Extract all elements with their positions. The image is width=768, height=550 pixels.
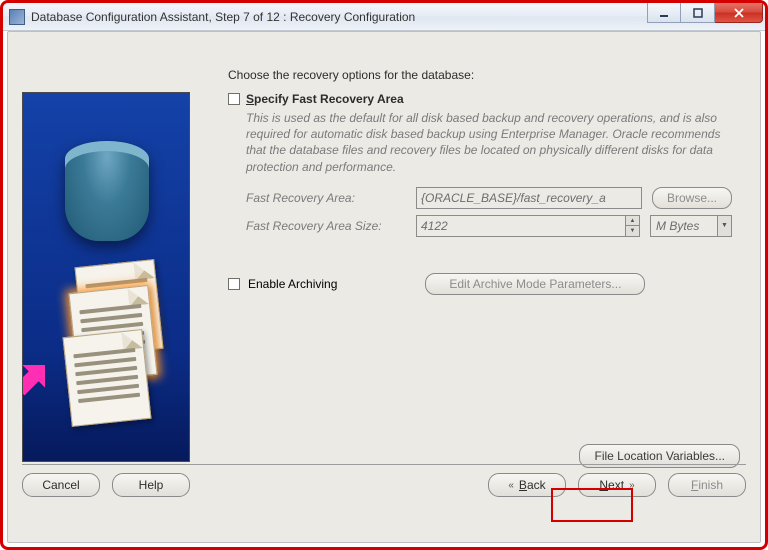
instruction-text: Choose the recovery options for the data… bbox=[208, 68, 746, 82]
fra-path-input[interactable]: {ORACLE_BASE}/fast_recovery_a bbox=[416, 187, 642, 209]
next-button[interactable]: Next » bbox=[578, 473, 656, 497]
browse-button[interactable]: Browse... bbox=[652, 187, 732, 209]
archiving-row: Enable Archiving Edit Archive Mode Param… bbox=[228, 273, 746, 295]
cancel-button[interactable]: Cancel bbox=[22, 473, 100, 497]
wizard-footer: Cancel Help « Back Next » Finish bbox=[22, 464, 746, 528]
fra-size-label: Fast Recovery Area Size: bbox=[246, 219, 406, 233]
help-button[interactable]: Help bbox=[112, 473, 190, 497]
title-bar[interactable]: Database Configuration Assistant, Step 7… bbox=[3, 3, 765, 31]
divider bbox=[22, 464, 746, 465]
window-controls bbox=[647, 3, 763, 23]
fra-path-label: Fast Recovery Area: bbox=[246, 191, 406, 205]
step-up-icon[interactable]: ▲ bbox=[626, 216, 639, 226]
arrow-icon bbox=[22, 342, 67, 387]
close-button[interactable] bbox=[715, 3, 763, 23]
window-title: Database Configuration Assistant, Step 7… bbox=[31, 10, 415, 24]
edit-archive-params-button[interactable]: Edit Archive Mode Parameters... bbox=[425, 273, 645, 295]
fra-size-stepper[interactable]: ▲ ▼ bbox=[625, 216, 639, 236]
form-area: Choose the recovery options for the data… bbox=[208, 68, 746, 450]
app-icon bbox=[9, 9, 25, 25]
chevron-down-icon[interactable]: ▼ bbox=[717, 216, 731, 236]
fra-size-unit-select[interactable]: M Bytes ▼ bbox=[650, 215, 732, 237]
specify-fra-checkbox[interactable] bbox=[228, 93, 240, 105]
specify-fra-label[interactable]: Specify Fast Recovery Area bbox=[246, 92, 404, 106]
wizard-illustration bbox=[22, 92, 190, 462]
annotation-border: Database Configuration Assistant, Step 7… bbox=[0, 0, 768, 550]
document-icon bbox=[63, 329, 152, 427]
chevron-right-icon: » bbox=[629, 480, 635, 491]
enable-archiving-label[interactable]: Enable Archiving bbox=[248, 277, 337, 291]
back-button[interactable]: « Back bbox=[488, 473, 566, 497]
maximize-button[interactable] bbox=[681, 3, 715, 23]
chevron-left-icon: « bbox=[508, 480, 514, 491]
minimize-button[interactable] bbox=[647, 3, 681, 23]
enable-archiving-checkbox[interactable] bbox=[228, 278, 240, 290]
client-area: Choose the recovery options for the data… bbox=[7, 31, 761, 543]
fra-size-row: Fast Recovery Area Size: 4122 ▲ ▼ M Byte… bbox=[246, 215, 732, 237]
finish-button[interactable]: Finish bbox=[668, 473, 746, 497]
fra-description: This is used as the default for all disk… bbox=[246, 110, 726, 175]
fra-path-row: Fast Recovery Area: {ORACLE_BASE}/fast_r… bbox=[246, 187, 732, 209]
specify-fra-row: Specify Fast Recovery Area bbox=[228, 92, 746, 106]
step-down-icon[interactable]: ▼ bbox=[626, 225, 639, 236]
database-cylinder-icon bbox=[65, 141, 149, 241]
fra-size-input[interactable]: 4122 ▲ ▼ bbox=[416, 215, 640, 237]
